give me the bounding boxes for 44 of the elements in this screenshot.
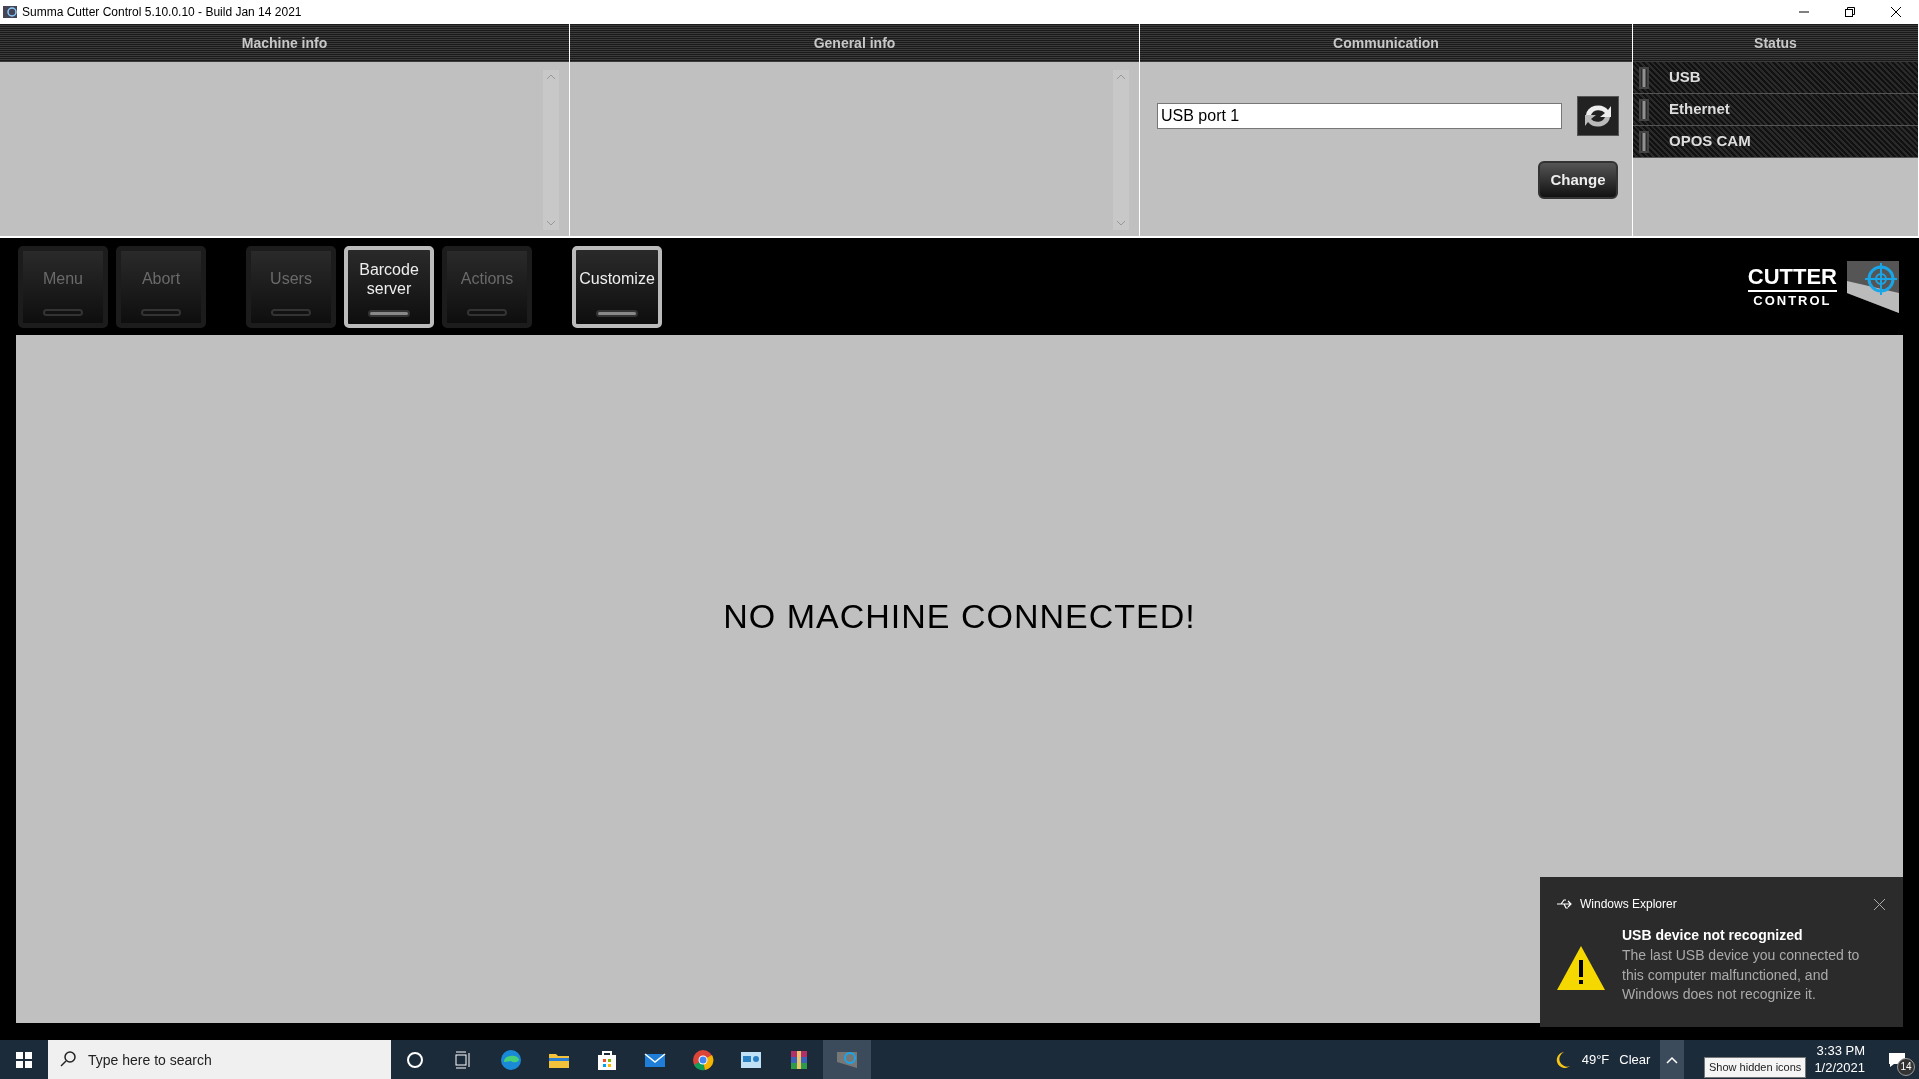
chevron-up-icon (1666, 1055, 1679, 1064)
task-view-icon (454, 1050, 472, 1069)
clock-date[interactable]: 1/2/2021 (1814, 1059, 1865, 1076)
close-icon (1891, 7, 1901, 17)
edge-icon (499, 1047, 523, 1072)
notification-title: USB device not recognized (1622, 926, 1804, 945)
port-field[interactable]: USB port 1 (1157, 103, 1562, 129)
change-button[interactable]: Change (1538, 161, 1618, 199)
restore-icon (1845, 7, 1855, 17)
weather-condition: Clear (1619, 1050, 1651, 1069)
logo-text: CUTTER CONTROL (1747, 266, 1837, 307)
clock-time[interactable]: 3:33 PM (1816, 1043, 1865, 1060)
notification-count: 14 (1897, 1058, 1915, 1076)
circle-icon (406, 1050, 424, 1069)
temperature: 49°F (1581, 1050, 1610, 1069)
warning-icon (1556, 945, 1606, 991)
panel-header: Machine info (0, 24, 570, 62)
close-button[interactable] (1874, 898, 1885, 910)
status-label: Ethernet (1669, 99, 1730, 120)
search-icon (60, 1051, 76, 1067)
tooltip: Show hidden icons (1704, 1057, 1807, 1078)
search-field[interactable]: Type here to search (48, 1040, 391, 1079)
target-logo-icon (1847, 260, 1899, 313)
app-icon (2, 4, 18, 20)
panel-header: Status (1633, 24, 1919, 62)
usb-icon (1556, 897, 1572, 911)
scrollbar[interactable] (1113, 70, 1129, 230)
notification-app-name: Windows Explorer (1580, 896, 1677, 913)
status-label: OPOS CAM (1669, 131, 1751, 152)
refresh-button[interactable] (1577, 96, 1619, 136)
window-title: Summa Cutter Control 5.10.0.10 - Build Jan 14 2021 (21, 4, 303, 21)
chrome-icon (691, 1047, 715, 1072)
status-message: NO MACHINE CONNECTED! (723, 596, 1196, 637)
show-hidden-icons-button[interactable] (1660, 1040, 1685, 1079)
toolbar-button[interactable]: Barcode server (344, 245, 434, 328)
close-icon (1874, 898, 1885, 910)
windows-icon (16, 1051, 32, 1068)
scrollbar[interactable] (543, 70, 559, 230)
action-center-button[interactable]: 14 (1875, 1040, 1919, 1079)
toolbar-button[interactable]: Customize (572, 245, 662, 328)
status-label: USB (1669, 67, 1701, 88)
panel-header: General info (570, 24, 1140, 62)
panel-header: Communication (1140, 24, 1633, 62)
notification-body: The last USB device you connected to this computer malfunctioned, and Windows does not recognize it. (1622, 946, 1861, 1005)
